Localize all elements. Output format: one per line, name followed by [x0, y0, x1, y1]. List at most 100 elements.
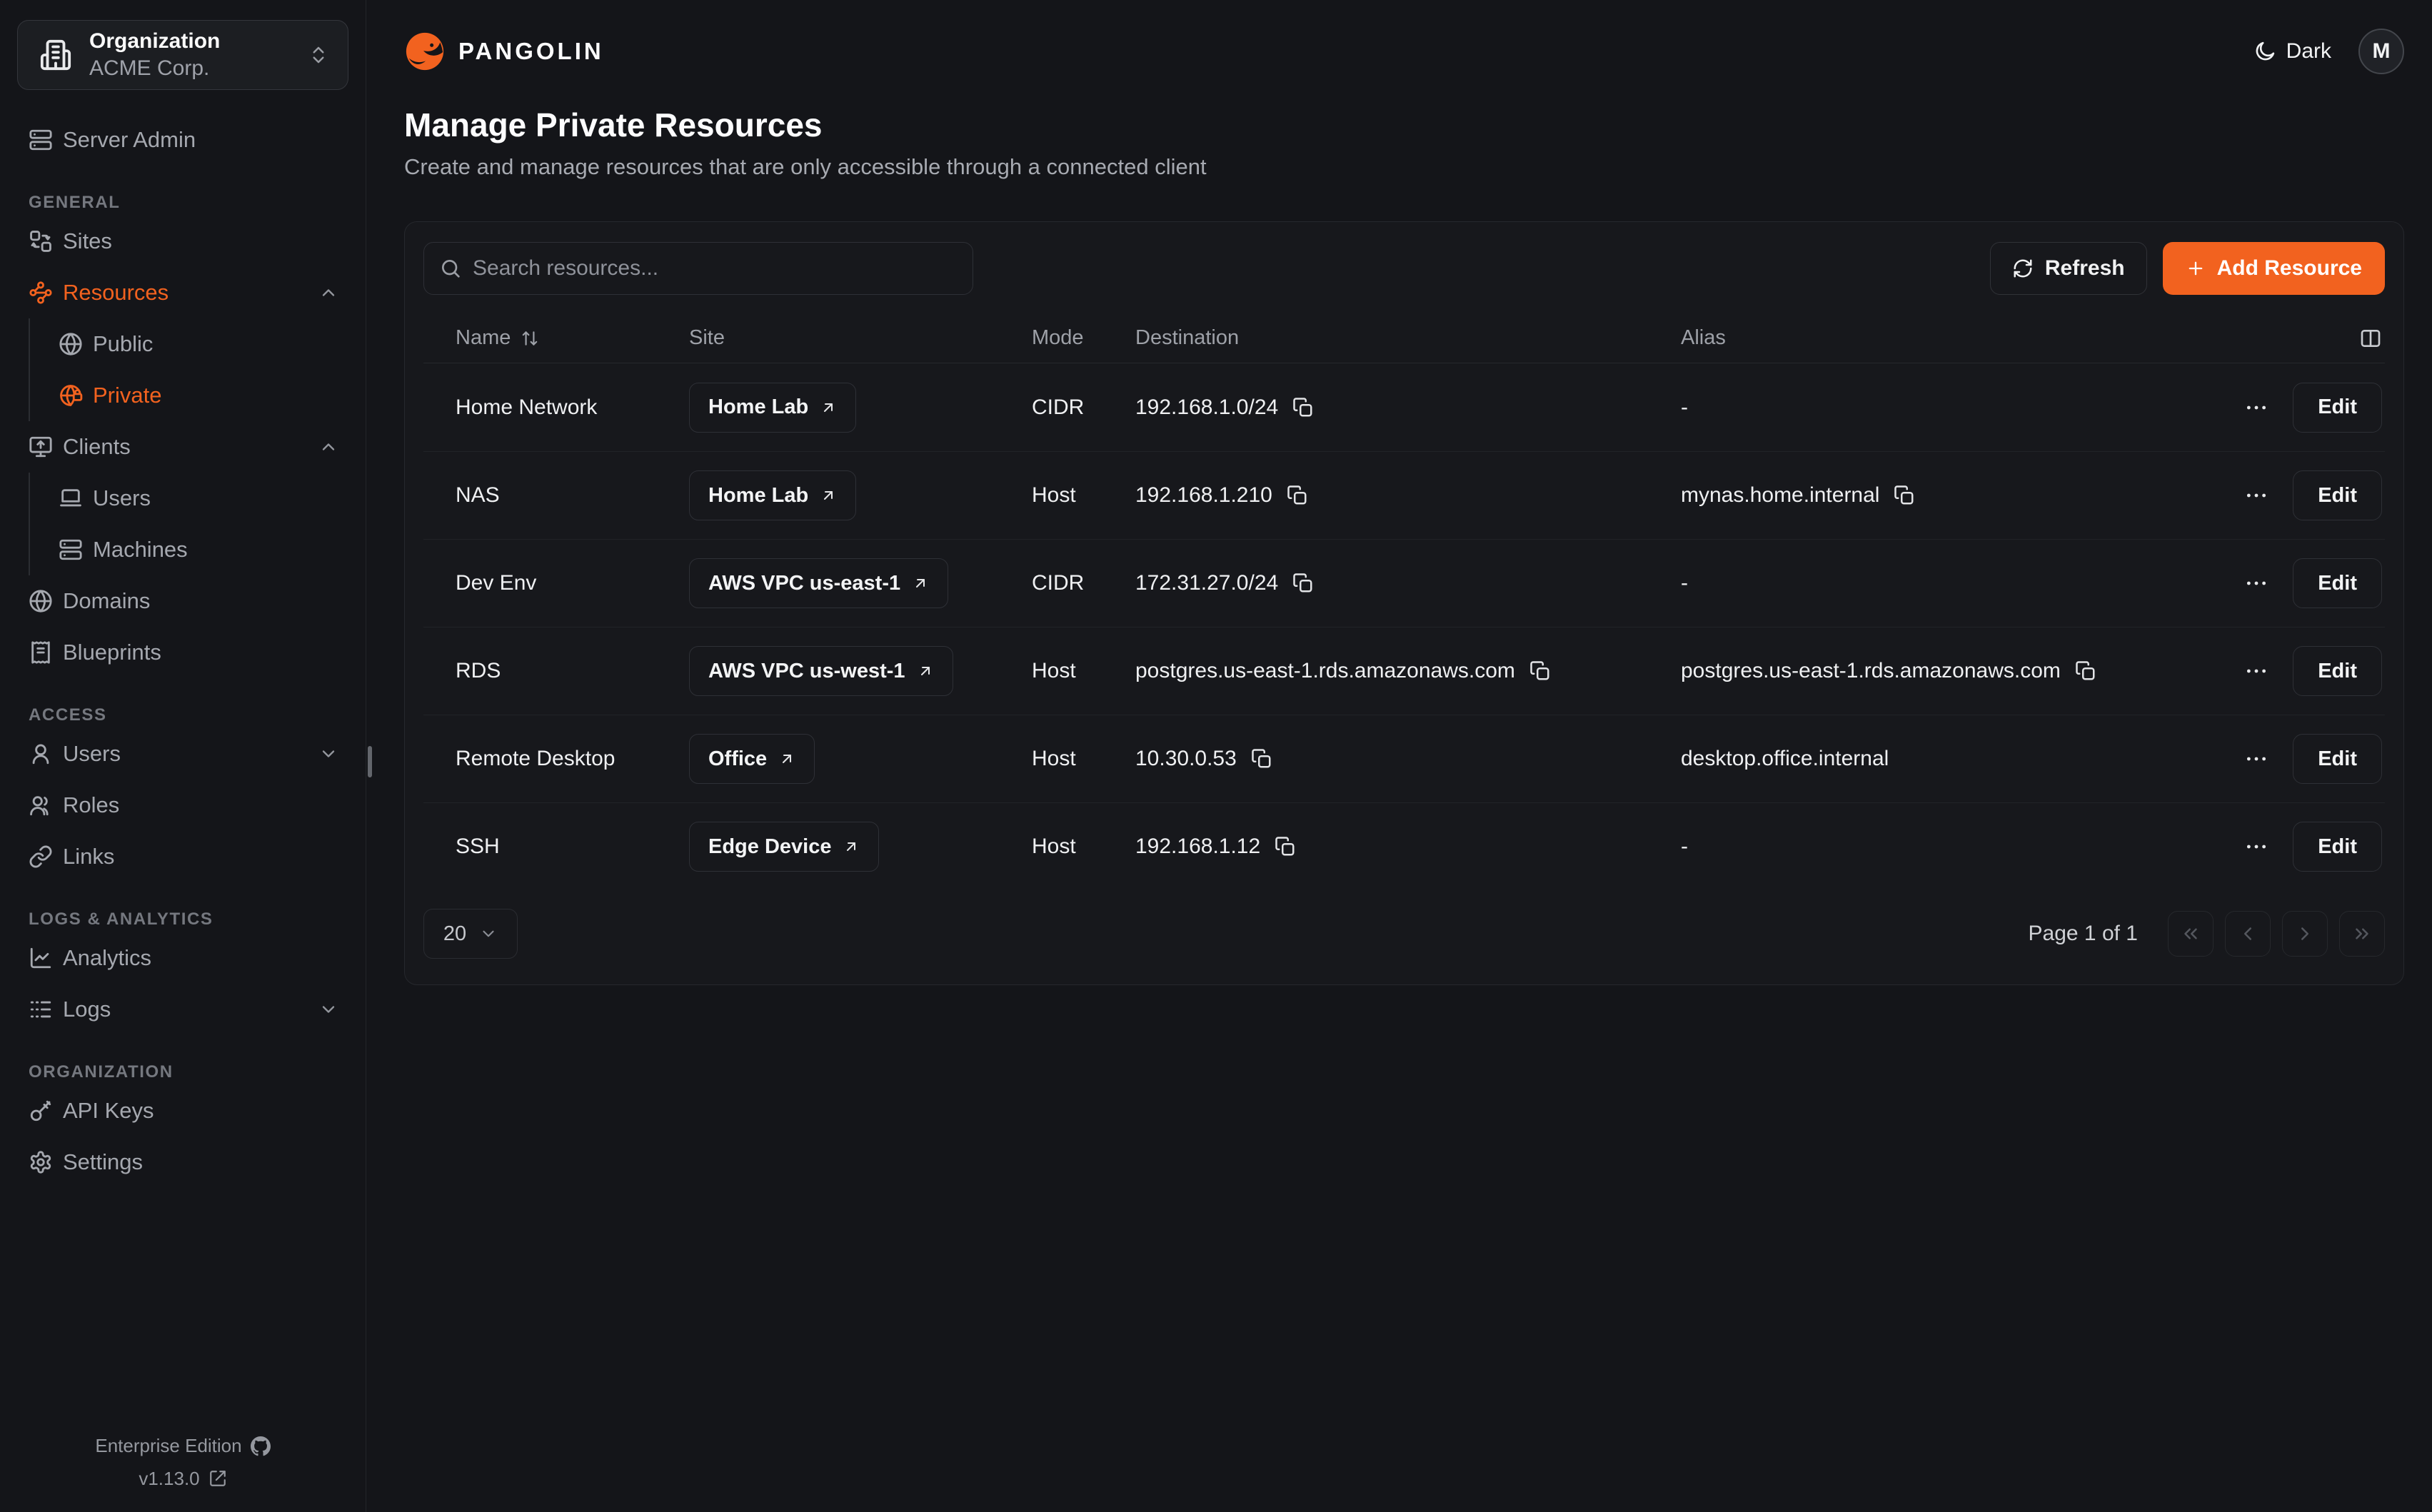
- copy-destination-button[interactable]: [1275, 836, 1296, 857]
- search-input[interactable]: [423, 242, 973, 295]
- site-link[interactable]: AWS VPC us-west-1: [689, 646, 953, 696]
- sidebar-item-sites[interactable]: Sites: [17, 216, 348, 267]
- row-menu-button[interactable]: [2244, 747, 2268, 771]
- sidebar-item-users[interactable]: Users: [17, 728, 348, 780]
- pangolin-logo[interactable]: PANGOLIN: [404, 31, 604, 72]
- edit-button[interactable]: Edit: [2293, 822, 2382, 872]
- resource-name: Dev Env: [423, 571, 689, 595]
- row-menu-button[interactable]: [2244, 835, 2268, 859]
- main-content: PANGOLIN Dark M Manage Private Resources…: [366, 0, 2432, 985]
- resources-subnav: Public Private: [29, 318, 348, 421]
- edit-button[interactable]: Edit: [2293, 558, 2382, 608]
- ellipsis-icon: [2244, 395, 2268, 420]
- sidebar-item-settings[interactable]: Settings: [17, 1136, 348, 1188]
- copy-destination-button[interactable]: [1292, 397, 1314, 418]
- copy-icon: [2075, 660, 2096, 682]
- sidebar-item-logs[interactable]: Logs: [17, 984, 348, 1035]
- sidebar-item-label: Roles: [63, 792, 119, 818]
- first-page-button[interactable]: [2168, 911, 2214, 957]
- columns-visibility-icon[interactable]: [2359, 327, 2382, 350]
- resource-destination: 192.168.1.210: [1135, 483, 1272, 508]
- column-header-name[interactable]: Name: [423, 326, 689, 350]
- org-selector[interactable]: Organization ACME Corp.: [17, 20, 348, 90]
- avatar-initial: M: [2373, 39, 2391, 64]
- resource-destination: 10.30.0.53: [1135, 747, 1237, 771]
- arrow-up-right-icon: [843, 838, 860, 855]
- row-menu-button[interactable]: [2244, 571, 2268, 595]
- copy-destination-button[interactable]: [1529, 660, 1551, 682]
- sidebar-item-machines[interactable]: Machines: [59, 524, 348, 575]
- external-link-icon: [208, 1469, 227, 1488]
- server-icon: [59, 538, 83, 562]
- sidebar-item-label: Settings: [63, 1149, 143, 1175]
- add-resource-button[interactable]: Add Resource: [2163, 242, 2385, 295]
- sidebar-footer: Enterprise Edition v1.13.0: [17, 1430, 348, 1495]
- avatar[interactable]: M: [2358, 29, 2404, 74]
- sort-icon[interactable]: [521, 329, 539, 348]
- sidebar-item-api-keys[interactable]: API Keys: [17, 1085, 348, 1136]
- column-header-site: Site: [689, 326, 1032, 350]
- edit-button[interactable]: Edit: [2293, 734, 2382, 784]
- copy-alias-button[interactable]: [2075, 660, 2096, 682]
- resource-alias: postgres.us-east-1.rds.amazonaws.com: [1681, 659, 2061, 683]
- arrow-up-right-icon: [778, 750, 795, 767]
- copy-icon: [1529, 660, 1551, 682]
- edit-button[interactable]: Edit: [2293, 470, 2382, 520]
- arrow-up-right-icon: [917, 662, 934, 680]
- sidebar-item-roles[interactable]: Roles: [17, 780, 348, 831]
- chevron-up-icon: [318, 437, 338, 457]
- building-icon: [39, 39, 72, 71]
- sidebar-item-links[interactable]: Links: [17, 831, 348, 882]
- next-page-button[interactable]: [2282, 911, 2328, 957]
- site-link[interactable]: Home Lab: [689, 383, 856, 433]
- site-link[interactable]: Office: [689, 734, 815, 784]
- site-link[interactable]: Edge Device: [689, 822, 879, 872]
- resource-alias: -: [1681, 571, 1688, 595]
- sidebar-item-resources[interactable]: Resources: [17, 267, 348, 318]
- table-row: Remote Desktop Office Host 10.30.0.53 de…: [423, 715, 2385, 802]
- resource-name: Remote Desktop: [423, 747, 689, 771]
- arrow-up-right-icon: [912, 575, 929, 592]
- site-link[interactable]: AWS VPC us-east-1: [689, 558, 948, 608]
- sidebar-item-clients[interactable]: Clients: [17, 421, 348, 473]
- row-menu-button[interactable]: [2244, 483, 2268, 508]
- refresh-button[interactable]: Refresh: [1990, 242, 2147, 295]
- version-row[interactable]: v1.13.0: [17, 1463, 348, 1496]
- edition-row[interactable]: Enterprise Edition: [17, 1430, 348, 1463]
- prev-page-button[interactable]: [2225, 911, 2271, 957]
- copy-destination-button[interactable]: [1251, 748, 1272, 770]
- sidebar: Organization ACME Corp. Server Admin GEN…: [0, 0, 366, 1512]
- page-header: Manage Private Resources Create and mana…: [366, 74, 2432, 180]
- sidebar-item-private[interactable]: Private: [59, 370, 348, 421]
- chevron-right-icon: [2294, 923, 2316, 944]
- last-page-button[interactable]: [2339, 911, 2385, 957]
- resource-destination: postgres.us-east-1.rds.amazonaws.com: [1135, 659, 1515, 683]
- sidebar-item-label: Links: [63, 844, 114, 870]
- sidebar-item-client-users[interactable]: Users: [59, 473, 348, 524]
- logs-icon: [29, 997, 53, 1022]
- theme-toggle[interactable]: Dark: [2253, 39, 2331, 64]
- sidebar-item-server-admin[interactable]: Server Admin: [17, 114, 348, 166]
- theme-label: Dark: [2286, 39, 2331, 64]
- chevron-down-icon: [318, 744, 338, 764]
- site-link[interactable]: Home Lab: [689, 470, 856, 520]
- clients-subnav: Users Machines: [29, 473, 348, 575]
- sidebar-item-domains[interactable]: Domains: [17, 575, 348, 627]
- sidebar-nav: Server Admin GENERAL Sites Resources Pub…: [17, 114, 348, 1188]
- copy-alias-button[interactable]: [1894, 485, 1915, 506]
- sidebar-item-public[interactable]: Public: [59, 318, 348, 370]
- page-size-select[interactable]: 20: [423, 909, 518, 959]
- row-menu-button[interactable]: [2244, 395, 2268, 420]
- resource-mode: CIDR: [1032, 395, 1135, 420]
- sidebar-item-analytics[interactable]: Analytics: [17, 932, 348, 984]
- copy-destination-button[interactable]: [1287, 485, 1308, 506]
- sidebar-scrollbar[interactable]: [368, 746, 372, 777]
- sidebar-item-blueprints[interactable]: Blueprints: [17, 627, 348, 678]
- edit-button[interactable]: Edit: [2293, 383, 2382, 433]
- edit-button[interactable]: Edit: [2293, 646, 2382, 696]
- copy-destination-button[interactable]: [1292, 573, 1314, 594]
- sidebar-item-label: Server Admin: [63, 127, 196, 153]
- version-label: v1.13.0: [139, 1463, 199, 1496]
- row-menu-button[interactable]: [2244, 659, 2268, 683]
- chevrons-up-down-icon: [308, 44, 329, 66]
